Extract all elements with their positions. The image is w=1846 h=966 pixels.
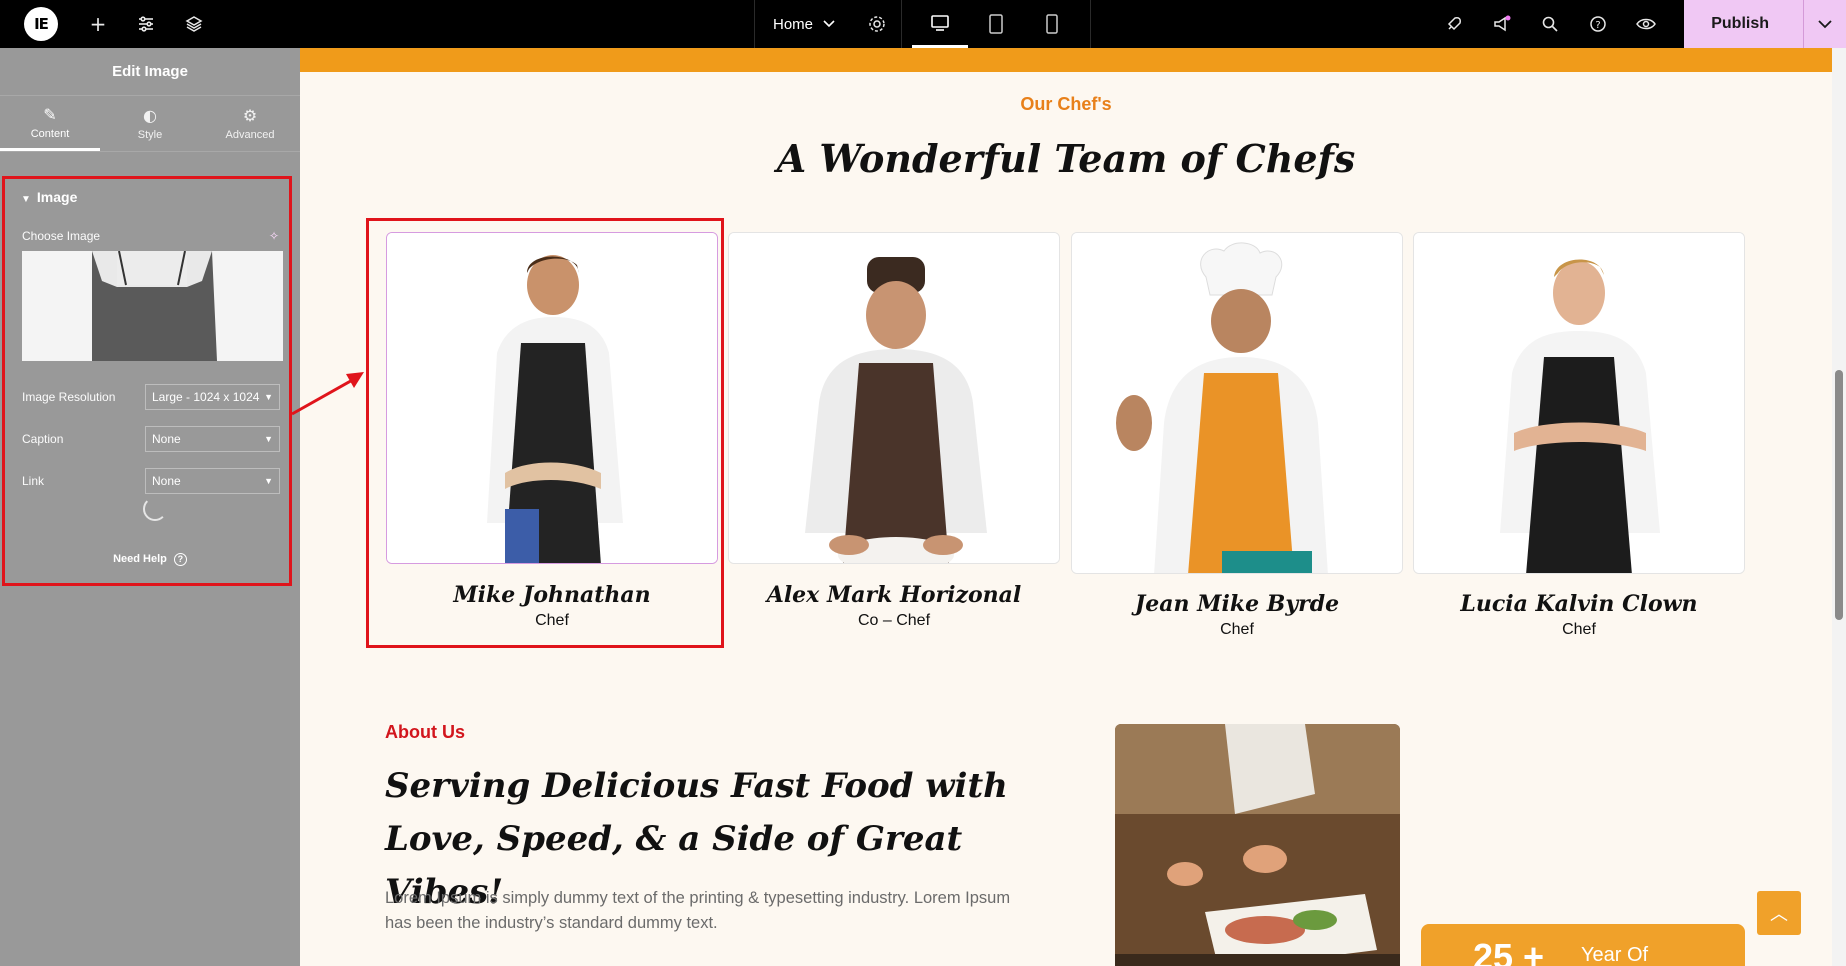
stat-text: Year Of <box>1581 944 1649 966</box>
publish-button-group: Publish <box>1684 0 1846 48</box>
tab-style-label: Style <box>137 129 163 141</box>
structure-layers-icon[interactable] <box>170 0 218 48</box>
tab-advanced[interactable]: ⚙ Advanced <box>200 96 300 151</box>
page-canvas: Our Chef's A Wonderful Team of Chefs Mik… <box>300 48 1832 966</box>
back-to-top-chevron-up-icon[interactable]: ︿ <box>1757 891 1801 935</box>
tab-content-label: Content <box>30 127 70 140</box>
chef-name-2: Alex Mark Horizonal <box>766 582 1022 608</box>
resolution-control: Image Resolution Large - 1024 x 1024 ▼ <box>22 384 280 410</box>
editor-topbar: IE + Home ? Publish <box>0 0 1846 48</box>
chef-role-3: Chef <box>1220 621 1254 638</box>
chef-card-3-image[interactable] <box>1071 232 1403 574</box>
ai-sparkle-icon[interactable]: ✧ <box>269 229 279 243</box>
desktop-view-icon[interactable] <box>912 0 969 48</box>
half-circle-icon: ◐ <box>143 106 157 125</box>
tab-advanced-label: Advanced <box>225 129 275 141</box>
help-icon[interactable]: ? <box>1574 0 1622 48</box>
page-selector-label: Home <box>773 15 814 33</box>
chef-name-3: Jean Mike Byrde <box>1134 591 1340 617</box>
about-photo[interactable] <box>1115 724 1400 966</box>
resolution-value: Large - 1024 x 1024 <box>152 390 260 404</box>
scrollbar-thumb[interactable] <box>1835 370 1843 620</box>
responsive-device-switcher <box>901 0 1090 48</box>
gear-icon: ⚙ <box>242 106 258 125</box>
site-settings-icon[interactable] <box>122 0 170 48</box>
about-label: About Us <box>385 722 465 742</box>
select-arrow-icon: ▼ <box>264 476 273 486</box>
chef-role-4: Chef <box>1562 621 1596 638</box>
need-help-link[interactable]: Need Help ? <box>5 553 295 566</box>
choose-image-label: Choose Image <box>22 229 101 243</box>
image-section-highlight: ▼ Image Choose Image ✧ Image Resolution L… <box>2 176 292 586</box>
elementor-logo-icon[interactable]: IE <box>24 7 58 41</box>
link-control: Link None ▼ <box>22 468 280 494</box>
announcements-megaphone-icon[interactable] <box>1478 0 1526 48</box>
caption-control: Caption None ▼ <box>22 426 280 452</box>
chef-name-4: Lucia Kalvin Clown <box>1460 591 1698 617</box>
chef-role-2: Co – Chef <box>857 612 931 629</box>
image-thumbnail[interactable] <box>22 251 283 361</box>
section-title: A Wonderful Team of Chefs <box>776 136 1356 181</box>
pencil-icon: ✎ <box>43 104 57 124</box>
resolution-label: Image Resolution <box>22 390 116 404</box>
caret-down-icon: ▼ <box>21 194 31 205</box>
stat-number: 25 + <box>1473 936 1545 966</box>
need-help-label: Need Help <box>113 553 167 565</box>
publish-options-chevron-icon[interactable] <box>1804 0 1846 48</box>
caption-value: None <box>152 432 181 446</box>
tablet-view-icon[interactable] <box>968 0 1024 48</box>
link-select[interactable]: None ▼ <box>145 468 280 494</box>
rocket-icon[interactable] <box>1430 0 1478 48</box>
publish-button[interactable]: Publish <box>1684 0 1804 48</box>
caption-select[interactable]: None ▼ <box>145 426 280 452</box>
section-subtitle: Our Chef's <box>1020 94 1112 114</box>
image-section-header[interactable]: ▼ Image <box>5 179 289 205</box>
search-icon[interactable] <box>1526 0 1574 48</box>
image-section-title: Image <box>36 189 78 205</box>
editor-panel: Edit Image ✎ Content ◐ Style ⚙ Advanced … <box>0 48 300 966</box>
link-label: Link <box>22 474 45 488</box>
add-element-icon[interactable]: + <box>74 0 122 48</box>
about-text: Lorem Ipsum is simply dummy text of the … <box>385 889 1011 932</box>
page-selector[interactable]: Home <box>755 0 853 48</box>
chef-card-4-image[interactable] <box>1413 232 1745 574</box>
preview-eye-icon[interactable] <box>1622 0 1670 48</box>
help-circle-icon: ? <box>173 553 187 566</box>
header-strip <box>300 48 1832 72</box>
link-value: None <box>152 474 181 488</box>
years-stat-card: 25 + Year Of <box>1421 924 1745 966</box>
panel-title: Edit Image <box>0 48 300 96</box>
page-settings-gear-icon[interactable] <box>853 0 901 48</box>
panel-tabs: ✎ Content ◐ Style ⚙ Advanced <box>0 96 300 152</box>
loading-spinner-icon <box>143 497 167 521</box>
selected-widget-highlight <box>366 218 724 648</box>
page-scrollbar[interactable] <box>1832 48 1846 966</box>
resolution-select[interactable]: Large - 1024 x 1024 ▼ <box>145 384 280 410</box>
chevron-down-icon <box>823 20 835 28</box>
svg-text:?: ? <box>1596 20 1601 31</box>
chef-card-2-image[interactable] <box>728 232 1060 564</box>
tab-style[interactable]: ◐ Style <box>100 96 200 151</box>
select-arrow-icon: ▼ <box>264 392 273 402</box>
caption-label: Caption <box>22 432 64 446</box>
select-arrow-icon: ▼ <box>264 434 273 444</box>
mobile-view-icon[interactable] <box>1024 0 1080 48</box>
tab-content[interactable]: ✎ Content <box>0 96 100 151</box>
